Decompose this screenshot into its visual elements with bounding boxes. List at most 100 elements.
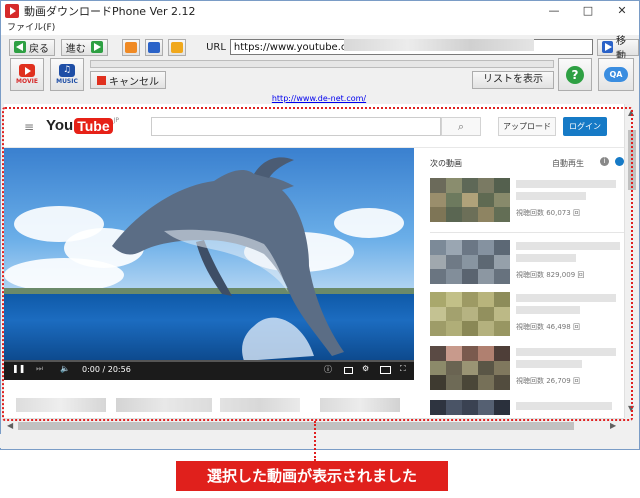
info-icon[interactable]: ⓘ: [324, 364, 332, 375]
related-video-item[interactable]: 視聴回数 60,073 回: [430, 178, 624, 224]
upload-button[interactable]: アップロード: [498, 117, 556, 136]
movie-button[interactable]: MOVIE: [10, 58, 44, 91]
music-label: MUSIC: [56, 78, 78, 85]
scroll-up-icon[interactable]: ▲: [628, 108, 634, 117]
browser-view: ≡ You Tube JP ⌕ アップロード ログイン ❚❚ ⏭ 🔈 0:00 …: [4, 104, 624, 418]
forward-label: 進む: [65, 43, 86, 55]
video-thumbnail: [430, 178, 510, 222]
title-redacted: [516, 294, 616, 302]
channel-redacted: [516, 192, 586, 200]
movie-icon: [19, 64, 35, 77]
search-button[interactable]: ⌕: [441, 117, 481, 136]
related-video-item[interactable]: 視聴回数 26,709 回: [430, 346, 624, 392]
vertical-scroll-thumb[interactable]: [628, 130, 636, 190]
navigation-toolbar: 戻る 進む URL 移動: [1, 36, 639, 62]
pause-button[interactable]: ❚❚: [12, 364, 25, 373]
horizontal-scroll-thumb[interactable]: [18, 422, 574, 430]
window-title: 動画ダウンロードPhone Ver 2.12: [24, 5, 196, 18]
settings-icon[interactable]: ⚙: [362, 364, 369, 373]
app-logo-icon: [5, 4, 19, 18]
url-redacted: [344, 39, 534, 51]
autoplay-label: 自動再生: [552, 159, 584, 168]
maximize-button[interactable]: □: [571, 1, 605, 21]
music-button[interactable]: ♫ MUSIC: [50, 58, 84, 91]
seek-bar[interactable]: [4, 360, 414, 362]
hamburger-menu-icon[interactable]: ≡: [24, 120, 34, 134]
back-arrow-icon: [14, 41, 26, 53]
playback-time: 0:00 / 20:56: [82, 365, 131, 374]
menu-file[interactable]: ファイル(F): [7, 23, 55, 33]
url-label: URL: [206, 41, 226, 53]
title-redacted: [516, 180, 616, 188]
help-button[interactable]: ?: [558, 58, 592, 91]
fullscreen-icon[interactable]: ⛶: [400, 364, 406, 374]
movie-label: MOVIE: [16, 78, 38, 85]
scroll-down-icon[interactable]: ▼: [628, 404, 634, 413]
video-thumbnail: [430, 292, 510, 336]
back-button[interactable]: 戻る: [9, 38, 55, 56]
reload-button[interactable]: [145, 38, 164, 56]
related-video-item[interactable]: 視聴回数 829,009 回: [430, 240, 624, 286]
next-video-button[interactable]: ⏭: [36, 364, 43, 374]
volume-icon[interactable]: 🔈: [60, 364, 70, 373]
logo-you: You: [46, 117, 74, 134]
logo-region: JP: [113, 117, 120, 124]
youtube-search-input[interactable]: [151, 117, 441, 136]
channel-redacted: [516, 306, 580, 314]
qa-button[interactable]: QA: [598, 58, 634, 91]
title-redacted: [516, 348, 616, 356]
view-count: 視聴回数 46,498 回: [516, 323, 580, 331]
download-toolbar: MOVIE ♫ MUSIC キャンセル リストを表示 ? QA: [0, 58, 638, 92]
help-icon: ?: [566, 65, 584, 84]
related-video-item[interactable]: 視聴回数 46,498 回: [430, 292, 624, 338]
status-bar: [0, 434, 638, 448]
channel-redacted: [516, 360, 582, 368]
subtitles-icon[interactable]: [344, 367, 353, 374]
cancel-label: キャンセル: [109, 76, 159, 88]
scroll-left-icon[interactable]: ◀: [7, 421, 13, 430]
youtube-logo[interactable]: You Tube JP: [46, 117, 119, 134]
cancel-button[interactable]: キャンセル: [90, 71, 166, 89]
reload-icon: [148, 41, 161, 53]
scroll-right-icon[interactable]: ▶: [610, 421, 616, 430]
view-count: 視聴回数 829,009 回: [516, 271, 585, 279]
forward-button[interactable]: 進む: [60, 38, 109, 56]
dolphin-image: [112, 157, 344, 361]
go-button[interactable]: 移動: [597, 36, 639, 62]
show-list-button[interactable]: リストを表示: [472, 71, 554, 89]
autoplay-toggle[interactable]: [615, 157, 624, 166]
site-link[interactable]: http://www.de-net.com/: [0, 94, 638, 103]
home-button[interactable]: [168, 38, 187, 56]
video-thumbnail: [430, 240, 510, 284]
view-count: 視聴回数 26,709 回: [516, 377, 580, 385]
download-progress-bar: [90, 60, 554, 68]
callout-caption: 選択した動画が表示されました: [176, 461, 448, 491]
youtube-header: ≡ You Tube JP ⌕ アップロード ログイン: [4, 104, 624, 148]
callout-connector: [314, 421, 316, 461]
autoplay-info-icon[interactable]: i: [600, 157, 609, 166]
menu-bar: ファイル(F): [1, 21, 639, 35]
related-video-item[interactable]: [430, 400, 624, 418]
video-details-redacted: [4, 398, 414, 414]
stop-icon: [125, 41, 138, 53]
forward-arrow-icon: [91, 41, 104, 53]
login-button[interactable]: ログイン: [563, 117, 607, 136]
video-thumbnail: [430, 346, 510, 390]
video-player[interactable]: ❚❚ ⏭ 🔈 0:00 / 20:56 ⓘ ⚙ ⛶: [4, 148, 414, 380]
music-icon: ♫: [59, 64, 75, 77]
player-controls: ❚❚ ⏭ 🔈 0:00 / 20:56 ⓘ ⚙ ⛶: [4, 360, 414, 380]
back-label: 戻る: [29, 43, 49, 55]
close-button[interactable]: ✕: [605, 1, 639, 21]
next-videos-label: 次の動画: [430, 159, 462, 168]
vertical-scrollbar[interactable]: ▲ ▼: [624, 104, 638, 418]
video-thumbnail: [430, 400, 510, 418]
home-icon: [171, 41, 184, 53]
theater-mode-icon[interactable]: [380, 366, 391, 374]
cancel-icon: [97, 75, 106, 85]
qa-icon: QA: [604, 67, 628, 82]
stop-button[interactable]: [122, 38, 141, 56]
minimize-button[interactable]: —: [537, 1, 571, 21]
title-bar: 動画ダウンロードPhone Ver 2.12 — □ ✕: [1, 1, 639, 21]
logo-tube: Tube: [74, 117, 113, 134]
title-redacted: [516, 242, 620, 250]
